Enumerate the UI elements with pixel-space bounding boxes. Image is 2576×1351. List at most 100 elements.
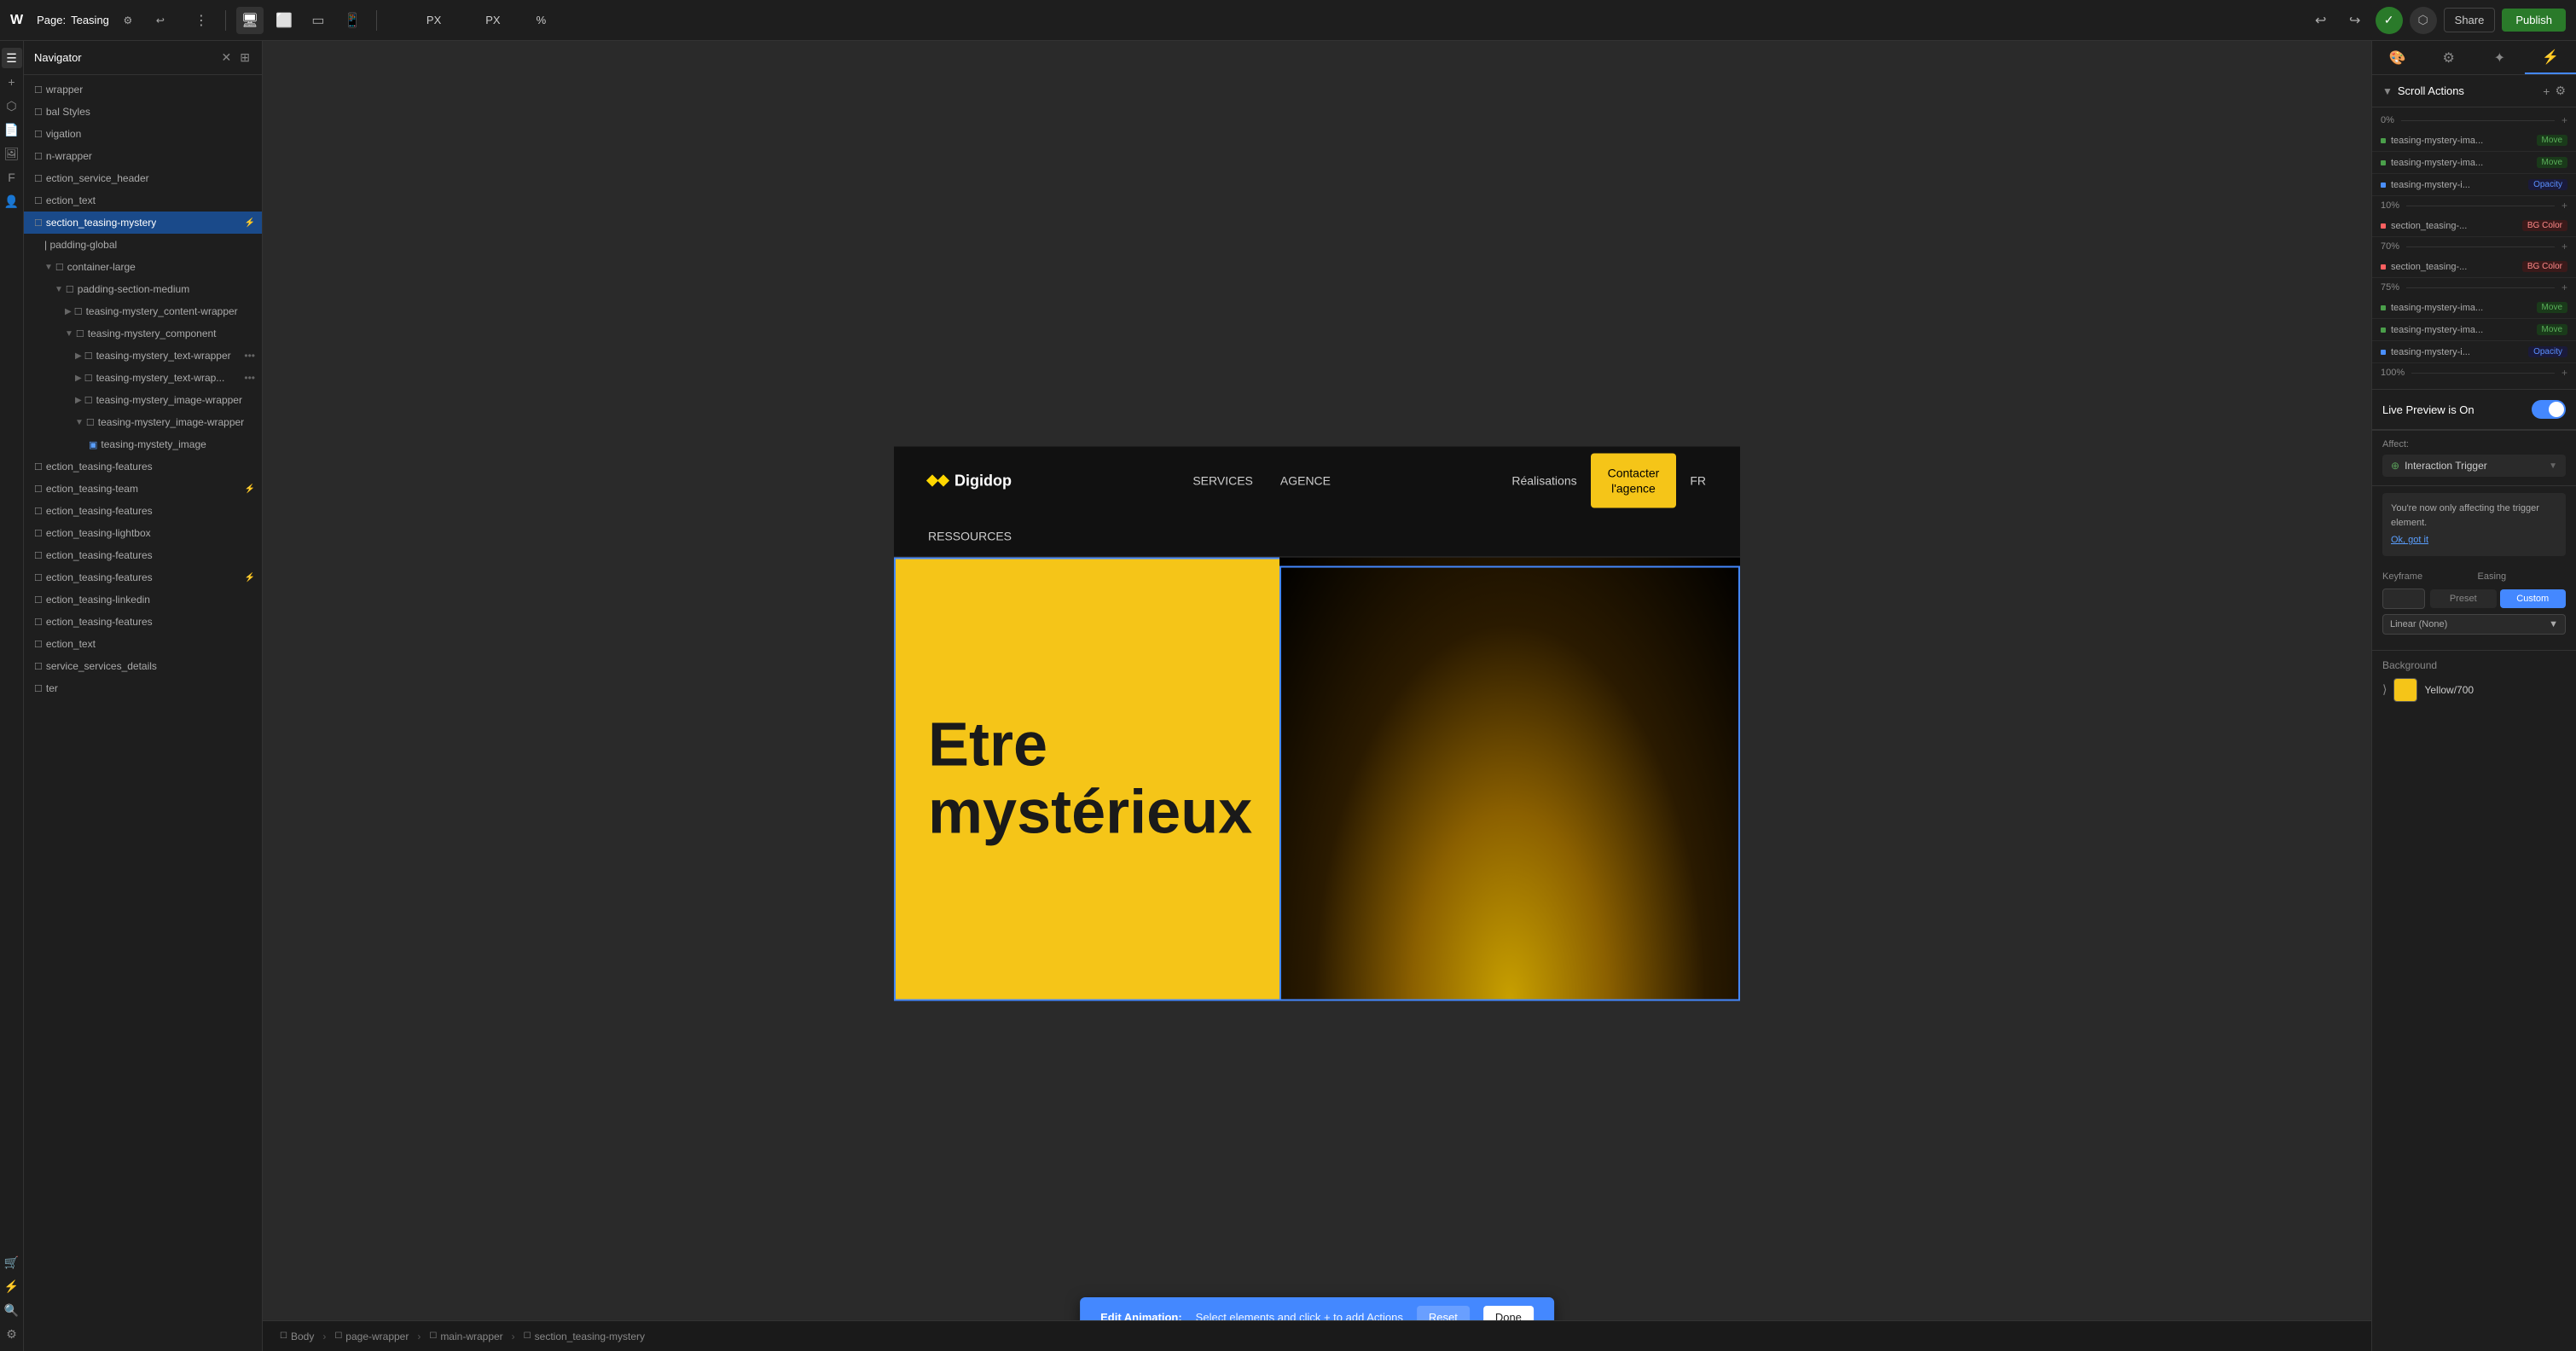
dots-icon[interactable]: ••• (244, 350, 255, 362)
scroll-action-item-75-3[interactable]: teasing-mystery-i... Opacity (2372, 341, 2576, 363)
nav-item-n-wrapper[interactable]: ☐ n-wrapper (24, 145, 262, 167)
settings-tab[interactable]: ⚙ (2423, 41, 2474, 74)
scroll-action-item-0-1[interactable]: teasing-mystery-ima... Move (2372, 130, 2576, 152)
nav-services[interactable]: SERVICES (1192, 474, 1253, 488)
custom-btn[interactable]: Custom (2500, 589, 2567, 608)
nav-item-section-teasing-mystery[interactable]: ☐ section_teasing-mystery ⚡ (24, 212, 262, 234)
page-name[interactable]: Teasing (71, 14, 109, 26)
nav-item-component[interactable]: ▼ ☐ teasing-mystery_component (24, 322, 262, 345)
desktop-view-btn[interactable]: 🖥 (236, 7, 264, 34)
scroll-0-add-btn[interactable]: + (2561, 114, 2567, 126)
breadcrumb-main-wrapper[interactable]: ☐ main-wrapper (422, 1331, 509, 1342)
nav-item-teasing-features1[interactable]: ☐ ection_teasing-features (24, 455, 262, 478)
ecommerce-icon[interactable]: 🛒 (2, 1252, 22, 1273)
page-history-icon[interactable]: ↩ (147, 7, 174, 34)
scroll-action-item-10-1[interactable]: section_teasing-... BG Color (2372, 215, 2576, 237)
scroll-75-add-btn[interactable]: + (2561, 281, 2567, 293)
canvas-area[interactable]: Digidop SERVICES AGENCE Réalisations Con… (263, 41, 2371, 1351)
search-icon[interactable]: 🔍 (2, 1300, 22, 1320)
scroll-action-item-70-1[interactable]: section_teasing-... BG Color (2372, 256, 2576, 278)
subnav-ressources[interactable]: RESSOURCES (928, 529, 1012, 542)
nav-item-teasing-team[interactable]: ☐ ection_teasing-team ⚡ (24, 478, 262, 500)
scroll-70-add-btn[interactable]: + (2561, 241, 2567, 252)
language-selector[interactable]: FR (1690, 474, 1706, 488)
width-input[interactable]: 992 (387, 14, 421, 26)
tablet-portrait-view-btn[interactable]: ▭ (305, 7, 332, 34)
scroll-action-item-0-2[interactable]: teasing-mystery-ima... Move (2372, 152, 2576, 174)
section-teasing-mystery[interactable]: ☐ section_teasing-mystery Etre mystérieu… (894, 558, 1740, 1001)
nav-item-teasing-features2[interactable]: ☐ ection_teasing-features (24, 500, 262, 522)
nav-item-padding-section-medium[interactable]: ▼ ☐ padding-section-medium (24, 278, 262, 300)
cms-icon[interactable]: 📄 (2, 119, 22, 140)
redo-btn[interactable]: ↪ (2341, 7, 2369, 34)
nav-item-teasing-features4[interactable]: ☐ ection_teasing-features ⚡ (24, 566, 262, 589)
dots-icon[interactable]: ••• (244, 372, 255, 384)
breadcrumb-body[interactable]: ☐ Body (273, 1331, 321, 1342)
add-element-icon[interactable]: + (2, 72, 22, 92)
nav-item-image-wrapper2[interactable]: ▼ ☐ teasing-mystery_image-wrapper (24, 411, 262, 433)
nav-item-image-wrapper1[interactable]: ▶ ☐ teasing-mystery_image-wrapper (24, 389, 262, 411)
bg-color-swatch[interactable] (2393, 678, 2417, 702)
share-button[interactable]: Share (2444, 8, 2496, 32)
breadcrumb-section-teasing[interactable]: ☐ section_teasing-mystery (517, 1331, 652, 1342)
scroll-action-item-75-2[interactable]: teasing-mystery-ima... Move (2372, 319, 2576, 341)
nav-item-section-text[interactable]: ☐ ection_text (24, 189, 262, 212)
trigger-tooltip-link[interactable]: Ok, got it (2391, 533, 2557, 548)
more-options-icon[interactable]: ⋮ (188, 7, 215, 34)
integrations-icon[interactable]: F (2, 167, 22, 188)
easing-dropdown[interactable]: Linear (None) ▼ (2382, 614, 2566, 635)
close-navigator-btn[interactable]: ✕ (220, 49, 234, 67)
tablet-landscape-view-btn[interactable]: ⬜ (270, 7, 298, 34)
nav-item-teasing-lightbox[interactable]: ☐ ection_teasing-lightbox (24, 522, 262, 544)
nav-realisations[interactable]: Réalisations (1511, 474, 1576, 488)
status-check-btn[interactable]: ✓ (2376, 7, 2403, 34)
scroll-action-item-75-1[interactable]: teasing-mystery-ima... Move (2372, 297, 2576, 319)
nav-item-padding-global[interactable]: | padding-global (24, 234, 262, 256)
preset-btn[interactable]: Preset (2430, 589, 2497, 608)
height-input[interactable]: 725 (446, 14, 480, 26)
nav-item-teasing-linkedin[interactable]: ☐ ection_teasing-linkedin (24, 589, 262, 611)
nav-item-content-wrapper[interactable]: ▶ ☐ teasing-mystery_content-wrapper (24, 300, 262, 322)
nav-item-teasing-features5[interactable]: ☐ ection_teasing-features (24, 611, 262, 633)
github-btn[interactable]: ⬡ (2410, 7, 2437, 34)
assets-icon[interactable]: 🖼 (2, 143, 22, 164)
scroll-10-add-btn[interactable]: + (2561, 200, 2567, 212)
scroll-actions-more-btn[interactable]: ⚙ (2555, 84, 2566, 98)
scroll-actions-add-btn[interactable]: + (2543, 84, 2550, 98)
nav-item-bal-styles[interactable]: ☐ bal Styles (24, 101, 262, 123)
scroll-100-add-btn[interactable]: + (2561, 367, 2567, 379)
nav-item-section-text2[interactable]: ☐ ection_text (24, 633, 262, 655)
nav-item-teasing-features3[interactable]: ☐ ection_teasing-features (24, 544, 262, 566)
effects-tab[interactable]: ✦ (2474, 41, 2526, 74)
live-preview-toggle[interactable] (2532, 400, 2566, 419)
expand-navigator-btn[interactable]: ⊞ (238, 49, 252, 67)
scroll-action-item-0-3[interactable]: teasing-mystery-i... Opacity (2372, 174, 2576, 196)
keyframe-value-input[interactable]: 10 (2382, 589, 2425, 609)
contact-button[interactable]: Contacter l'agence (1591, 453, 1677, 507)
zoom-input[interactable]: 100 (506, 14, 531, 26)
components-icon[interactable]: ⬡ (2, 96, 22, 116)
nav-item-teasing-image[interactable]: ▣ teasing-mystety_image (24, 433, 262, 455)
nav-item-ter[interactable]: ☐ ter (24, 677, 262, 699)
page-settings-icon[interactable]: ⚙ (114, 7, 142, 34)
affect-dropdown[interactable]: ⊕ Interaction Trigger ▼ (2382, 455, 2566, 477)
bg-gradient-icon[interactable]: ⟩ (2382, 682, 2387, 697)
nav-item-text-wrapper1[interactable]: ▶ ☐ teasing-mystery_text-wrapper ••• (24, 345, 262, 367)
style-tab[interactable]: 🎨 (2372, 41, 2423, 74)
users-icon[interactable]: 👤 (2, 191, 22, 212)
mobile-view-btn[interactable]: 📱 (339, 7, 366, 34)
nav-item-text-wrapper2[interactable]: ▶ ☐ teasing-mystery_text-wrap... ••• (24, 367, 262, 389)
settings-icon[interactable]: ⚙ (2, 1324, 22, 1344)
interactions-icon[interactable]: ⚡ (2, 1276, 22, 1296)
nav-item-service-details[interactable]: ☐ service_services_details (24, 655, 262, 677)
undo-btn[interactable]: ↩ (2307, 7, 2335, 34)
nav-agence[interactable]: AGENCE (1280, 474, 1331, 488)
navigator-icon[interactable]: ☰ (2, 48, 22, 68)
interactions-tab[interactable]: ⚡ (2525, 41, 2576, 74)
publish-button[interactable]: Publish (2502, 9, 2566, 32)
nav-item-container-large[interactable]: ▼ ☐ container-large (24, 256, 262, 278)
breadcrumb-page-wrapper[interactable]: ☐ page-wrapper (328, 1331, 415, 1342)
nav-item-section-service-header[interactable]: ☐ ection_service_header (24, 167, 262, 189)
nav-item-wrapper[interactable]: ☐ wrapper (24, 78, 262, 101)
scroll-collapse-icon[interactable]: ▼ (2382, 85, 2393, 97)
